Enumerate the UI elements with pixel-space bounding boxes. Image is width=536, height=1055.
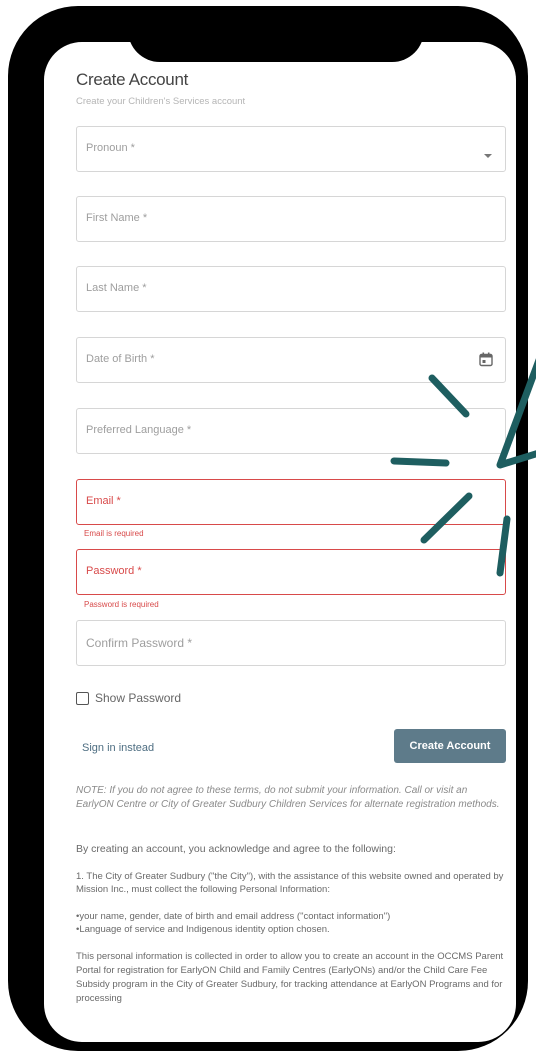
terms-note: NOTE: If you do not agree to these terms…	[76, 785, 500, 810]
dob-field[interactable]: Date of Birth *	[76, 337, 506, 383]
chevron-down-icon	[483, 146, 493, 164]
password-label: Password *	[86, 565, 142, 577]
page-subtitle: Create your Children's Services account	[76, 96, 246, 107]
terms-bullet-1: •your name, gender, date of birth and em…	[76, 911, 391, 922]
phone-frame: Create Account Create your Children's Se…	[8, 6, 528, 1051]
show-password-row[interactable]: Show Password	[76, 691, 181, 705]
terms-bullet-2: •Language of service and Indigenous iden…	[76, 924, 330, 935]
confirm-password-label: Confirm Password *	[86, 636, 193, 650]
terms-clause-2: This personal information is collected i…	[76, 951, 504, 1004]
preferred-language-label: Preferred Language *	[86, 424, 192, 436]
dob-label: Date of Birth *	[86, 353, 155, 365]
last-name-field[interactable]: Last Name *	[76, 266, 506, 312]
email-label: Email *	[86, 495, 121, 507]
phone-notch	[128, 12, 424, 62]
terms-clause-1: 1. The City of Greater Sudbury ("the Cit…	[76, 871, 504, 895]
pronoun-label: Pronoun *	[86, 142, 135, 154]
pronoun-select[interactable]: Pronoun *	[76, 126, 506, 172]
sign-in-link[interactable]: Sign in instead	[82, 742, 154, 754]
email-field[interactable]: Email *	[76, 479, 506, 525]
show-password-checkbox[interactable]	[76, 691, 89, 705]
confirm-password-field[interactable]: Confirm Password *	[76, 620, 506, 666]
password-error: Password is required	[84, 600, 159, 609]
show-password-label: Show Password	[95, 691, 182, 705]
email-error: Email is required	[84, 529, 144, 538]
last-name-label: Last Name *	[86, 282, 147, 294]
first-name-field[interactable]: First Name *	[76, 196, 506, 242]
calendar-icon[interactable]	[479, 352, 493, 372]
create-account-button[interactable]: Create Account	[394, 729, 506, 763]
first-name-label: First Name *	[86, 212, 148, 224]
terms-intro: By creating an account, you acknowledge …	[76, 843, 396, 855]
screen: Create Account Create your Children's Se…	[44, 42, 516, 1042]
page-title: Create Account	[76, 70, 189, 89]
preferred-language-select[interactable]: Preferred Language *	[76, 408, 506, 454]
password-field[interactable]: Password *	[76, 549, 506, 595]
